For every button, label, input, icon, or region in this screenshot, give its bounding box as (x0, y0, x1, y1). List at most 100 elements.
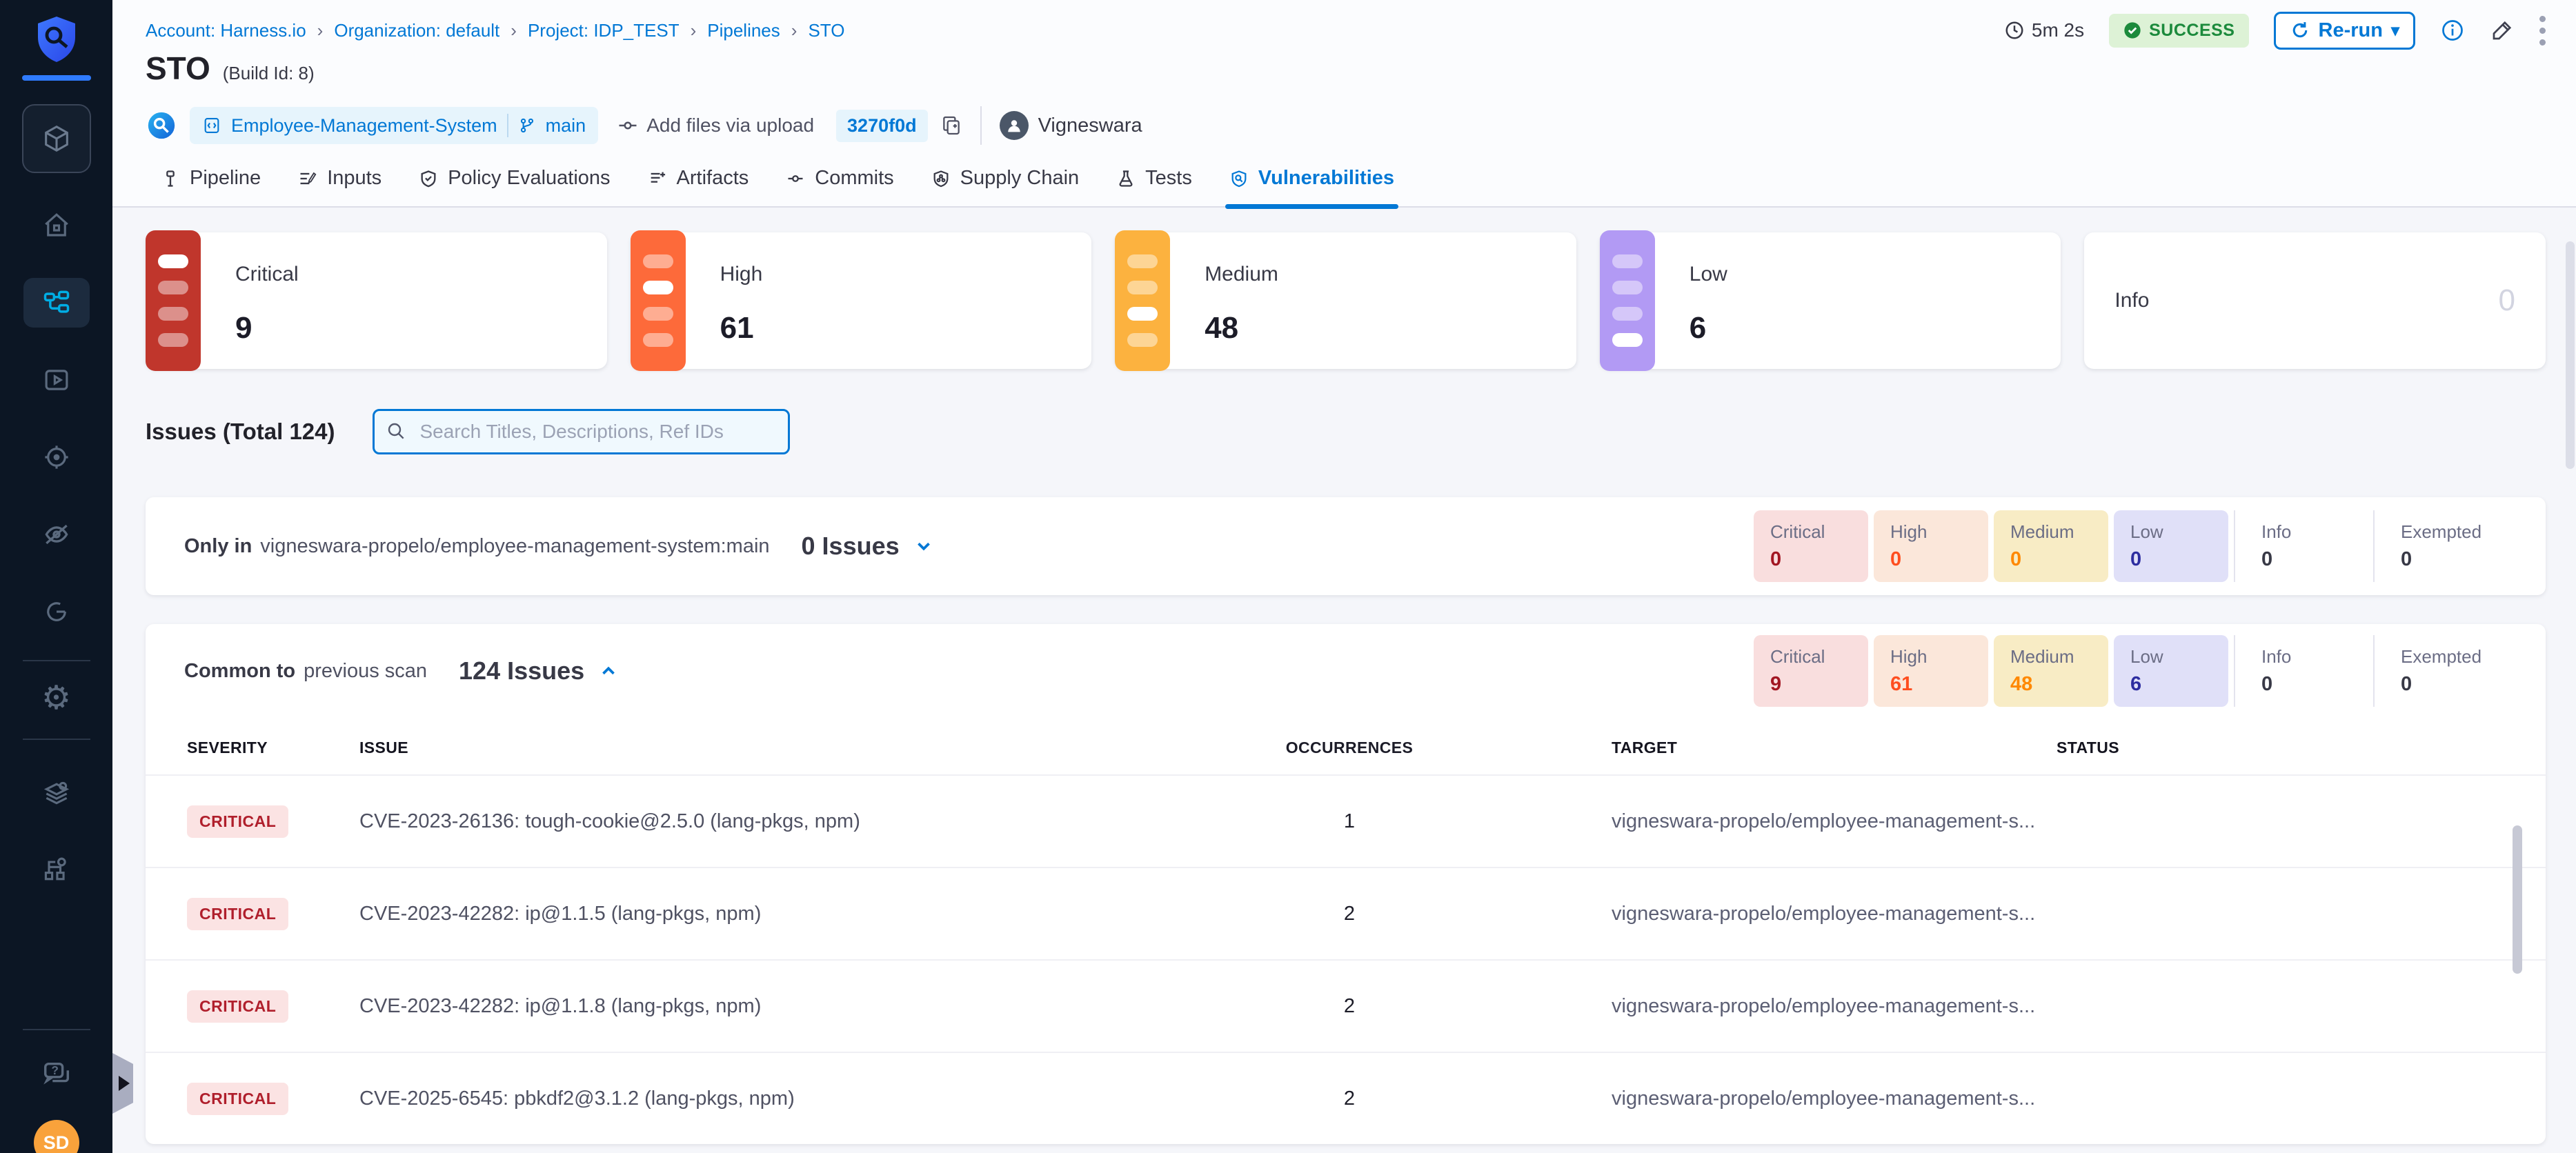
sidebar-item-pipelines[interactable] (23, 278, 90, 328)
section-prefix: Only in (184, 535, 252, 558)
tab-policy-evaluations[interactable]: Policy Evaluations (419, 167, 610, 206)
user-avatar[interactable]: SD (34, 1120, 79, 1153)
breadcrumb-link-account[interactable]: Account: Harness.io (146, 20, 306, 41)
badge-exempted: Exempted0 (2373, 510, 2507, 582)
severity-chip: CRITICAL (187, 898, 288, 930)
copy-icon[interactable] (940, 114, 962, 137)
chevron-down-icon[interactable] (913, 536, 934, 557)
repo-name[interactable]: Employee-Management-System (231, 115, 497, 137)
rerun-button[interactable]: Re-run ▾ (2274, 12, 2416, 50)
edit-pencil-icon[interactable] (2490, 18, 2515, 43)
shield-check-icon (419, 169, 438, 188)
badge-low: Low0 (2114, 510, 2228, 582)
divider (980, 106, 982, 145)
executions-icon (42, 365, 71, 394)
repository-icon (202, 116, 221, 135)
badge-info: Info0 (2234, 510, 2368, 582)
card-count: 9 (235, 311, 252, 345)
sidebar-item-exemptions[interactable] (23, 510, 90, 559)
caret-down-icon[interactable]: ▾ (2391, 21, 2399, 41)
kebab-menu-icon[interactable] (2539, 16, 2546, 46)
issue-row[interactable]: CRITICAL CVE-2023-42282: ip@1.1.5 (lang-… (146, 867, 2546, 959)
issue-title: CVE-2023-26136: tough-cookie@2.5.0 (lang… (359, 810, 1246, 833)
summary-card-low[interactable]: Low 6 (1600, 232, 2061, 369)
tab-tests[interactable]: Tests (1116, 167, 1192, 206)
list-plus-icon (648, 169, 667, 188)
tab-supply-chain[interactable]: Supply Chain (931, 167, 1080, 206)
summary-card-medium[interactable]: Medium 48 (1115, 232, 1576, 369)
status-text: SUCCESS (2149, 21, 2235, 41)
card-label: Medium (1205, 263, 1278, 286)
target-name: vigneswara-propelo/employee-management-s… (1612, 995, 2057, 1018)
breadcrumb-separator: › (691, 20, 697, 41)
tab-vulnerabilities[interactable]: Vulnerabilities (1229, 167, 1394, 206)
sidebar-item-executions[interactable] (23, 355, 90, 405)
sidebar-item-targets[interactable] (23, 432, 90, 482)
breadcrumb-link-pipelines[interactable]: Pipelines (707, 20, 780, 41)
summary-card-high[interactable]: High 61 (631, 232, 1092, 369)
execution-tabs: Pipeline Inputs Policy Evaluations Artif… (112, 167, 2576, 208)
commit-message: Add files via upload (646, 114, 814, 137)
codebase-icon (146, 110, 177, 141)
sidebar-item-help[interactable]: ? (23, 1050, 90, 1099)
pipelines-icon (41, 288, 72, 318)
severity-chip: CRITICAL (187, 805, 288, 838)
severity-count-badges: Critical9 High61 Medium48 Low6 Info0 Exe… (1748, 635, 2507, 707)
badge-critical: Critical0 (1754, 510, 1868, 582)
occurrences-count: 1 (1246, 810, 1453, 833)
issue-title: CVE-2023-42282: ip@1.1.8 (lang-pkgs, npm… (359, 995, 1246, 1018)
module-selector-button[interactable] (22, 104, 91, 173)
pipeline-icon (161, 169, 180, 188)
sidebar-divider (23, 739, 90, 740)
chevron-up-icon[interactable] (598, 661, 619, 681)
info-icon[interactable] (2440, 18, 2465, 43)
sidebar-item-settings[interactable]: ⚙ (41, 682, 71, 715)
search-icon (385, 420, 407, 442)
sidebar-item-home[interactable] (23, 201, 90, 250)
card-label: Low (1690, 263, 1727, 286)
sto-vulnerabilities-page: ⚙ ? SD Account: Harness.io › Organizatio… (0, 0, 2576, 1153)
search-input[interactable] (373, 409, 790, 454)
summary-card-critical[interactable]: Critical 9 (146, 232, 607, 369)
section-scope: vigneswara-propelo/employee-management-s… (260, 535, 769, 558)
supply-chain-icon (931, 169, 951, 188)
issue-row[interactable]: CRITICAL CVE-2025-6545: pbkdf2@3.1.2 (la… (146, 1052, 2546, 1144)
tab-label: Tests (1145, 167, 1192, 190)
refresh-icon (2290, 20, 2310, 41)
sidebar-item-organization-settings[interactable] (23, 845, 90, 894)
badge-high: High0 (1874, 510, 1988, 582)
sidebar-item-default-settings[interactable] (23, 768, 90, 817)
branch-name[interactable]: main (546, 115, 586, 137)
success-check-icon (2123, 21, 2142, 40)
sidebar-item-getting-started[interactable] (23, 587, 90, 636)
section-issue-count: 0 Issues (802, 532, 900, 561)
issue-row[interactable]: CRITICAL CVE-2023-42282: ip@1.1.8 (lang-… (146, 959, 2546, 1052)
issue-row[interactable]: CRITICAL CVE-2023-26136: tough-cookie@2.… (146, 774, 2546, 867)
breadcrumb-link-pipeline-name[interactable]: STO (808, 20, 844, 41)
avatar-initials: SD (43, 1132, 70, 1153)
tab-commits[interactable]: Commits (786, 167, 893, 206)
card-count: 0 (2498, 283, 2515, 318)
occurrences-count: 2 (1246, 1087, 1453, 1110)
list-scrollbar-thumb[interactable] (2513, 825, 2522, 974)
duration-text: 5m 2s (2032, 19, 2084, 41)
tab-artifacts[interactable]: Artifacts (648, 167, 749, 206)
occurrences-count: 2 (1246, 995, 1453, 1018)
page-scrollbar-thumb[interactable] (2566, 241, 2575, 469)
breadcrumb-link-project[interactable]: Project: IDP_TEST (528, 20, 680, 41)
help-chat-icon: ? (41, 1059, 72, 1090)
medium-bar-icon (1115, 230, 1170, 371)
tab-pipeline[interactable]: Pipeline (161, 167, 261, 206)
breadcrumb-link-organization[interactable]: Organization: default (334, 20, 499, 41)
breadcrumb-separator: › (791, 20, 797, 41)
commit-sha[interactable]: 3270f0d (836, 110, 928, 142)
issue-title: CVE-2025-6545: pbkdf2@3.1.2 (lang-pkgs, … (359, 1087, 1246, 1110)
repo-branch-pill[interactable]: Employee-Management-System main (190, 107, 598, 144)
module-active-indicator (22, 75, 91, 81)
run-duration: 5m 2s (2004, 19, 2084, 41)
sto-module-logo-icon (35, 15, 78, 67)
tab-inputs[interactable]: Inputs (298, 167, 382, 206)
summary-card-info[interactable]: Info 0 (2084, 232, 2546, 369)
rerun-label: Re-run (2319, 19, 2383, 42)
branch-icon (518, 117, 536, 134)
